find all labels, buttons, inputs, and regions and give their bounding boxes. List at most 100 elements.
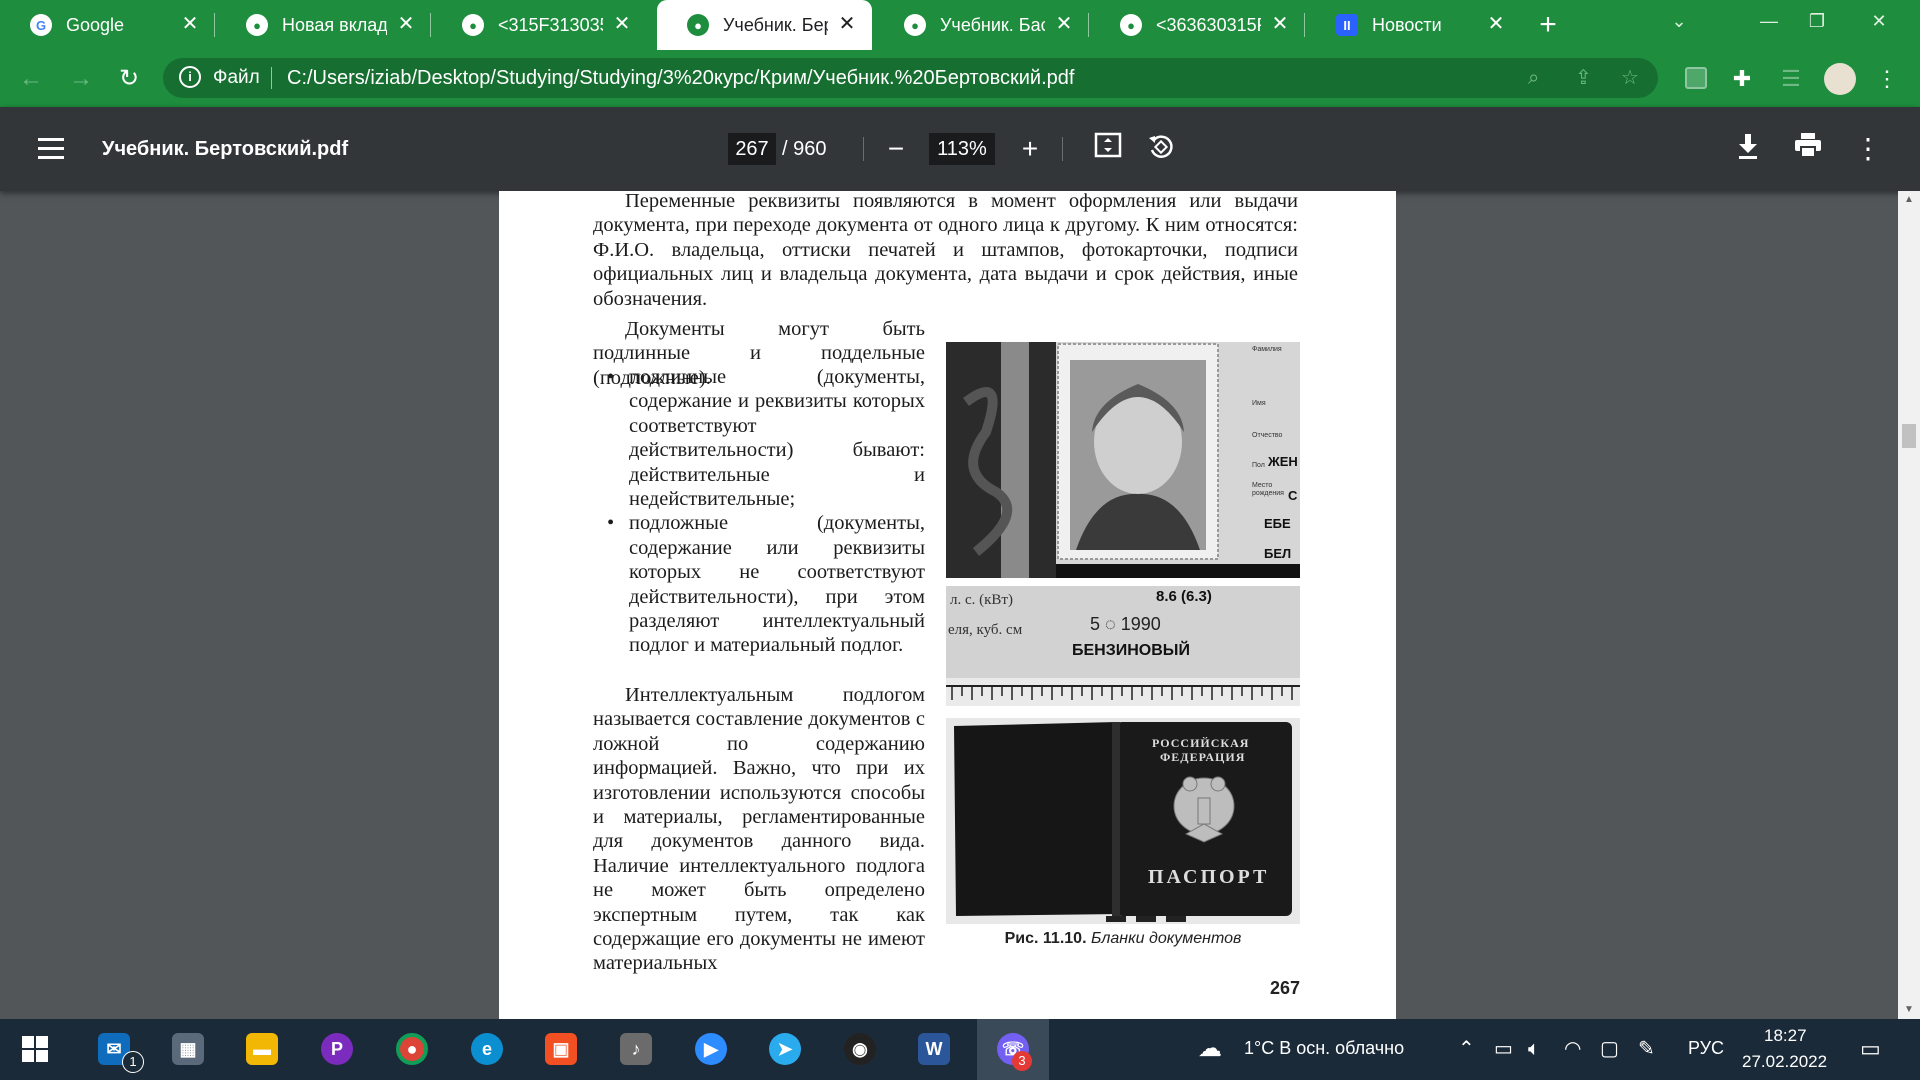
show-hidden-icons-icon[interactable]: ⌃ bbox=[1458, 1037, 1475, 1061]
battery-icon[interactable]: ▭ bbox=[1494, 1037, 1513, 1061]
tab-title: Google bbox=[66, 15, 125, 35]
print-button[interactable] bbox=[1791, 132, 1825, 166]
viber-badge: 3 bbox=[1012, 1051, 1032, 1071]
minimize-icon[interactable]: — bbox=[1746, 0, 1792, 46]
zoom-input[interactable]: 113% bbox=[929, 133, 995, 165]
weather-text[interactable]: 1°C В осн. облачно bbox=[1244, 1038, 1404, 1059]
close-icon[interactable]: ✕ bbox=[1483, 11, 1509, 37]
back-icon[interactable]: ← bbox=[16, 64, 46, 94]
rotate-button[interactable] bbox=[1144, 132, 1178, 166]
picsart-app[interactable]: P bbox=[315, 1027, 359, 1071]
profile-avatar[interactable] bbox=[1824, 63, 1856, 95]
word-app[interactable]: W bbox=[912, 1027, 956, 1071]
fit-page-button[interactable] bbox=[1091, 132, 1125, 166]
close-icon[interactable]: ✕ bbox=[393, 11, 419, 37]
menu-icon[interactable] bbox=[38, 138, 64, 160]
tab-search-icon[interactable]: ⌄ bbox=[1656, 0, 1702, 46]
caption-text: Бланки документов bbox=[1090, 930, 1242, 947]
scroll-thumb[interactable] bbox=[1902, 424, 1916, 448]
zoom-icon[interactable]: ⌕ bbox=[1528, 58, 1539, 98]
clock-date[interactable]: 27.02.2022 bbox=[1742, 1052, 1827, 1072]
field-value: ЖЕН bbox=[1268, 454, 1298, 469]
clock-time[interactable]: 18:27 bbox=[1764, 1026, 1807, 1046]
close-icon[interactable]: ✕ bbox=[609, 11, 635, 37]
obs-app[interactable]: ◉ bbox=[838, 1027, 882, 1071]
scroll-down-icon[interactable]: ▼ bbox=[1898, 1001, 1920, 1019]
reload-icon[interactable]: ↻ bbox=[114, 64, 144, 94]
chrome-icon: ● bbox=[246, 14, 268, 36]
tab-separator bbox=[430, 13, 431, 37]
calculator-icon: ▦ bbox=[172, 1033, 204, 1065]
store-app[interactable]: ▣ bbox=[539, 1027, 583, 1071]
page-number-input[interactable]: 267 bbox=[728, 133, 776, 165]
calculator-app[interactable]: ▦ bbox=[166, 1027, 210, 1071]
field-value: ЕБЕ bbox=[1264, 516, 1291, 531]
info-icon[interactable]: i bbox=[179, 66, 201, 88]
zoom-in-button[interactable]: + bbox=[1013, 132, 1047, 166]
download-button[interactable] bbox=[1731, 132, 1765, 166]
tab-file-363[interactable]: ● <363630315F3 ✕ bbox=[1090, 0, 1305, 50]
telegram-icon: ➤ bbox=[769, 1033, 801, 1065]
address-bar[interactable]: i Файл C:/Users/iziab/Desktop/Studying/S… bbox=[163, 58, 1658, 98]
extensions-puzzle-icon[interactable]: ✚ bbox=[1727, 64, 1757, 94]
chrome-menu-icon[interactable]: ⋮ bbox=[1872, 64, 1902, 94]
close-icon[interactable]: ✕ bbox=[834, 11, 860, 37]
tab-title: Учебник. Баст bbox=[940, 15, 1045, 35]
zoom-out-button[interactable]: − bbox=[879, 132, 913, 166]
field-value: С bbox=[1288, 488, 1298, 503]
picsart-icon: P bbox=[321, 1033, 353, 1065]
close-icon[interactable]: ✕ bbox=[1051, 11, 1077, 37]
more-actions-icon[interactable]: ⋮ bbox=[1851, 132, 1885, 166]
pen-icon[interactable]: ✎ bbox=[1638, 1037, 1655, 1061]
url-text[interactable]: C:/Users/iziab/Desktop/Studying/Studying… bbox=[287, 58, 1074, 98]
passport-country-line: ФЕДЕРАЦИЯ bbox=[1160, 750, 1246, 764]
close-icon[interactable]: ✕ bbox=[1267, 11, 1293, 37]
edge-app[interactable]: e bbox=[465, 1027, 509, 1071]
tab-new-tab[interactable]: ● Новая вкладка ✕ bbox=[216, 0, 431, 50]
zoom-app[interactable]: ▶ bbox=[689, 1027, 733, 1071]
tab-google[interactable]: G Google ✕ bbox=[0, 0, 215, 50]
chrome-icon: ● bbox=[687, 14, 709, 36]
wifi-icon[interactable]: ◠ bbox=[1564, 1037, 1581, 1061]
chrome-app[interactable]: ● bbox=[390, 1027, 434, 1071]
figure-passport-photo-page: Фамилия Имя Отчество Пол ЖЕН Место рожде… bbox=[946, 342, 1300, 578]
reading-list-icon[interactable]: ☰ bbox=[1776, 64, 1806, 94]
share-icon[interactable]: ⇪ bbox=[1575, 58, 1592, 98]
meet-now-icon[interactable]: ▢ bbox=[1600, 1037, 1619, 1061]
field-label: Фамилия bbox=[1252, 346, 1282, 353]
volume-icon[interactable]: 🔈︎ bbox=[1528, 1037, 1540, 1061]
weather-icon[interactable]: ☁ bbox=[1198, 1037, 1222, 1061]
tab-file-315[interactable]: ● <315F3130353 ✕ bbox=[432, 0, 647, 50]
windows-start-icon bbox=[22, 1036, 48, 1062]
tab-strip: G Google ✕ ● Новая вкладка ✕ ● <315F3130… bbox=[0, 0, 1920, 50]
notifications-icon[interactable]: ▭ bbox=[1860, 1037, 1881, 1061]
field-value: 5 ◌ 1990 bbox=[1090, 614, 1161, 634]
tab-title: <363630315F3 bbox=[1156, 15, 1261, 35]
bullet-list: подлинные (документы, содержание и рекви… bbox=[607, 365, 925, 658]
edge-icon: e bbox=[471, 1033, 503, 1065]
field-value: БЕЛ bbox=[1264, 546, 1292, 561]
scheme-label: Файл bbox=[213, 67, 260, 88]
viewer-scrollbar[interactable]: ▲ ▼ bbox=[1898, 191, 1920, 1019]
windows-start-button[interactable] bbox=[13, 1027, 57, 1071]
scroll-up-icon[interactable]: ▲ bbox=[1898, 191, 1920, 209]
file-explorer-app[interactable]: ▬ bbox=[240, 1027, 284, 1071]
bookmark-star-icon[interactable]: ☆ bbox=[1621, 58, 1639, 98]
new-tab-button[interactable]: + bbox=[1532, 10, 1564, 42]
language-indicator[interactable]: РУС bbox=[1688, 1038, 1724, 1059]
restore-icon[interactable]: ❐ bbox=[1794, 0, 1840, 46]
chrome-icon: ● bbox=[904, 14, 926, 36]
window-close-icon[interactable]: ✕ bbox=[1856, 0, 1902, 46]
passport-country-line: РОССИЙСКАЯ bbox=[1152, 736, 1250, 750]
tab-bertovsky[interactable]: ● Учебник. Берт ✕ bbox=[657, 0, 872, 50]
news-icon: II bbox=[1336, 14, 1358, 36]
extension-icon[interactable] bbox=[1685, 67, 1707, 89]
tab-news[interactable]: II Новости ✕ bbox=[1306, 0, 1521, 50]
tab-bastrykin[interactable]: ● Учебник. Баст ✕ bbox=[874, 0, 1089, 50]
forward-icon[interactable]: → bbox=[66, 64, 96, 94]
figure-caption: Рис. 11.10. Бланки документов bbox=[946, 928, 1300, 950]
zoom-icon: ▶ bbox=[695, 1033, 727, 1065]
close-icon[interactable]: ✕ bbox=[177, 11, 203, 37]
telegram-app[interactable]: ➤ bbox=[763, 1027, 807, 1071]
podcast-app[interactable]: ♪ bbox=[614, 1027, 658, 1071]
